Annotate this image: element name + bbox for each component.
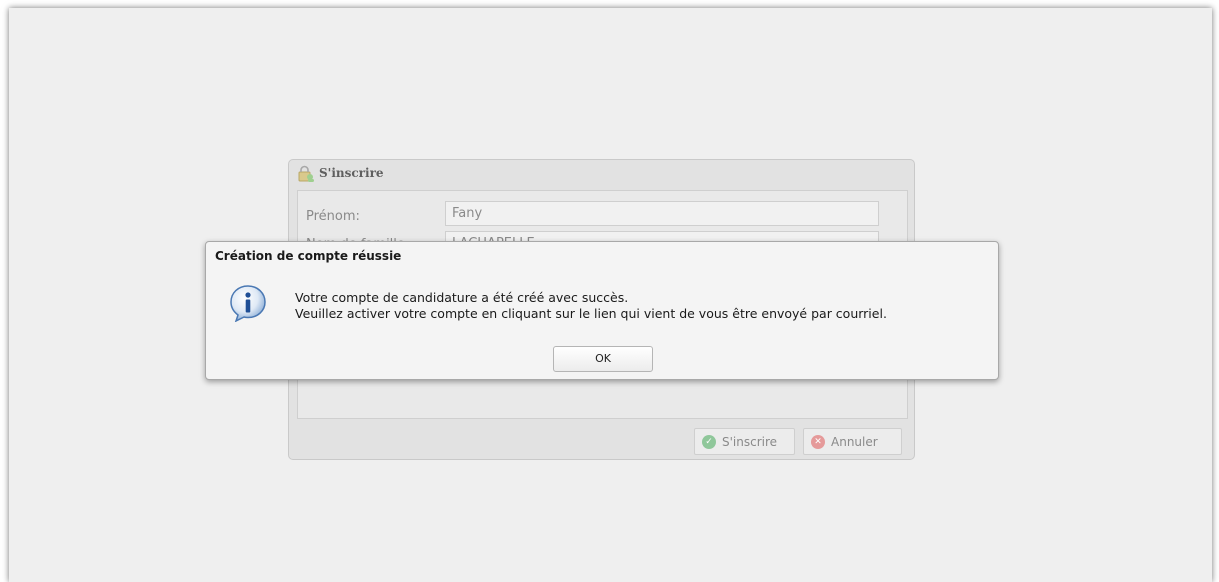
info-icon: [230, 285, 266, 322]
signup-button[interactable]: ✓ S'inscrire: [694, 428, 795, 455]
dialog-title: Création de compte réussie: [215, 249, 402, 263]
ok-button[interactable]: OK: [553, 346, 653, 372]
registration-header: S'inscrire: [289, 160, 914, 188]
lock-user-icon: [298, 165, 314, 182]
cancel-button[interactable]: ✕ Annuler: [803, 428, 902, 455]
cancel-circle-icon: ✕: [811, 434, 825, 449]
page-viewport: S'inscrire Prénom: Fany Nom de famille: …: [9, 8, 1212, 582]
dialog-message-line-2: Veuillez activer votre compte en cliquan…: [295, 306, 887, 321]
first-name-input[interactable]: Fany: [445, 201, 879, 226]
cancel-button-label: Annuler: [831, 434, 878, 449]
signup-button-label: S'inscrire: [722, 434, 778, 449]
success-dialog: Création de compte réussie Votre compte …: [205, 241, 999, 380]
dialog-message-line-1: Votre compte de candidature a été créé a…: [295, 290, 629, 305]
first-name-label: Prénom:: [306, 209, 360, 224]
check-circle-icon: ✓: [702, 434, 716, 449]
registration-title: S'inscrire: [319, 166, 384, 180]
